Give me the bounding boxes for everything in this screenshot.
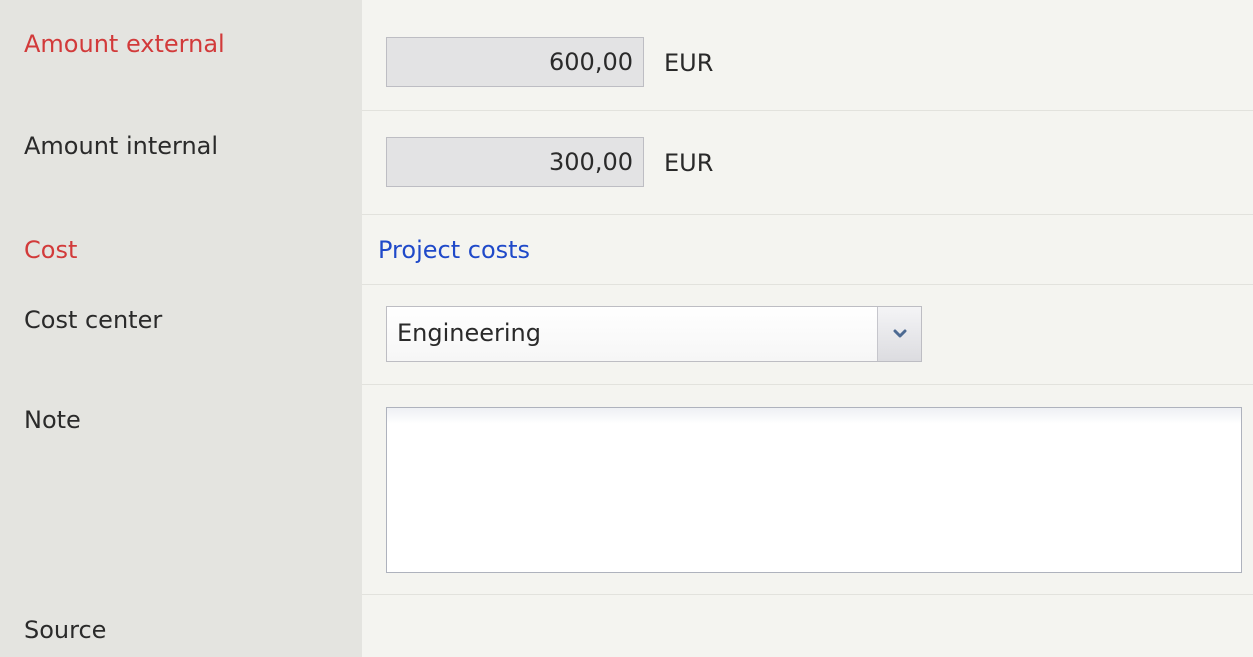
cost-center-select[interactable]: Engineering xyxy=(386,306,922,362)
project-costs-link[interactable]: Project costs xyxy=(378,236,530,264)
amount-internal-label: Amount internal xyxy=(24,132,219,160)
note-textarea[interactable] xyxy=(386,407,1242,573)
amount-internal-field: 300,00 xyxy=(386,137,644,187)
row-divider xyxy=(362,284,1253,285)
cost-center-selected-value: Engineering xyxy=(397,319,541,347)
note-label: Note xyxy=(24,406,81,434)
expense-form: Amount external 600,00 EUR Amount intern… xyxy=(0,0,1253,657)
source-label: Source xyxy=(24,616,107,644)
row-divider xyxy=(362,594,1253,595)
chevron-down-icon xyxy=(893,329,906,338)
cost-label: Cost xyxy=(24,236,78,264)
row-divider xyxy=(362,384,1253,385)
amount-external-field: 600,00 xyxy=(386,37,644,87)
amount-external-label: Amount external xyxy=(24,30,225,58)
cost-center-label: Cost center xyxy=(24,306,163,334)
row-divider xyxy=(362,110,1253,111)
dropdown-button[interactable] xyxy=(877,307,921,361)
row-divider xyxy=(362,214,1253,215)
amount-internal-currency: EUR xyxy=(664,149,714,177)
amount-external-currency: EUR xyxy=(664,49,714,77)
